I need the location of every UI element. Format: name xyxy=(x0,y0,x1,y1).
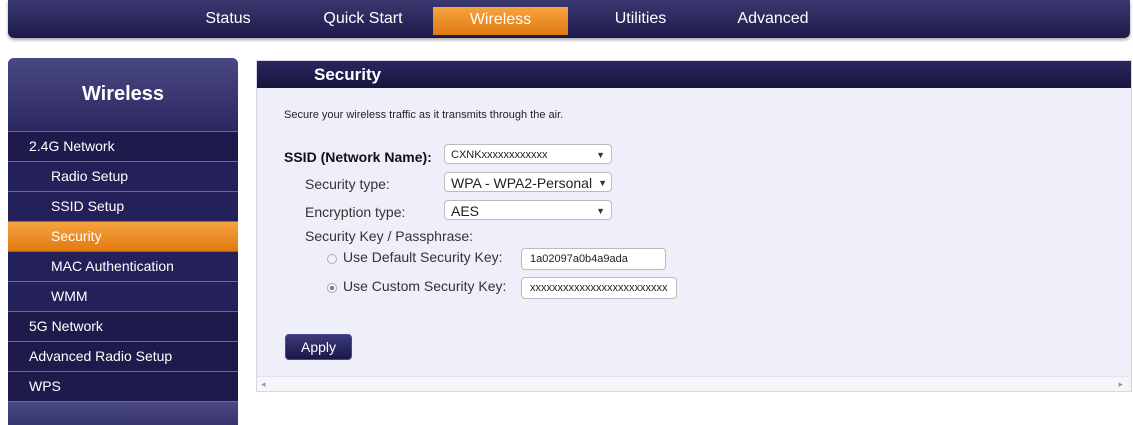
sidebar-item-2-4g-network[interactable]: 2.4G Network xyxy=(8,131,238,161)
security-panel: Security Secure your wireless traffic as… xyxy=(256,60,1132,392)
apply-button[interactable]: Apply xyxy=(285,334,352,360)
encryption-type-value: AES xyxy=(451,203,480,219)
page-title: Security xyxy=(257,61,1131,88)
tab-quick-start[interactable]: Quick Start xyxy=(308,6,418,36)
sidebar-item-wps[interactable]: WPS xyxy=(8,371,238,401)
scroll-left-icon[interactable]: ◂ xyxy=(261,377,266,391)
sidebar-item-security[interactable]: Security xyxy=(8,221,238,251)
custom-key-label: Use Custom Security Key: xyxy=(343,278,507,294)
chevron-down-icon: ▼ xyxy=(596,206,605,216)
security-type-value: WPA - WPA2-Personal xyxy=(451,175,593,191)
tab-wireless[interactable]: Wireless xyxy=(433,7,568,35)
ssid-select[interactable]: CXNKxxxxxxxxxxxx ▼ xyxy=(444,144,612,164)
security-type-label: Security type: xyxy=(305,176,390,192)
default-key-radio[interactable] xyxy=(327,254,337,264)
tab-advanced[interactable]: Advanced xyxy=(723,6,823,36)
encryption-type-select[interactable]: AES ▼ xyxy=(444,200,612,220)
ssid-label: SSID (Network Name): xyxy=(284,149,432,165)
passphrase-label: Security Key / Passphrase: xyxy=(305,228,474,244)
horizontal-scrollbar[interactable]: ◂ ▸ xyxy=(257,376,1129,391)
sidebar-footer xyxy=(8,401,238,425)
sidebar-item-5g-network[interactable]: 5G Network xyxy=(8,311,238,341)
chevron-down-icon: ▼ xyxy=(598,178,607,188)
security-type-select[interactable]: WPA - WPA2-Personal ▼ xyxy=(444,172,612,192)
chevron-down-icon: ▼ xyxy=(596,150,605,160)
sidebar-item-ssid-setup[interactable]: SSID Setup xyxy=(8,191,238,221)
tab-status[interactable]: Status xyxy=(188,6,268,36)
tab-utilities[interactable]: Utilities xyxy=(593,6,688,36)
sidebar-item-mac-authentication[interactable]: MAC Authentication xyxy=(8,251,238,281)
sidebar: Wireless 2.4G Network Radio Setup SSID S… xyxy=(8,58,238,425)
custom-key-field[interactable]: xxxxxxxxxxxxxxxxxxxxxxxxx xyxy=(521,277,677,299)
default-key-field[interactable]: 1a02097a0b4a9ada xyxy=(521,248,666,270)
page-description: Secure your wireless traffic as it trans… xyxy=(284,109,564,121)
encryption-type-label: Encryption type: xyxy=(305,204,406,220)
sidebar-item-wmm[interactable]: WMM xyxy=(8,281,238,311)
top-navigation-bar: Status Quick Start Wireless Utilities Ad… xyxy=(8,0,1130,38)
default-key-label: Use Default Security Key: xyxy=(343,249,503,265)
sidebar-item-advanced-radio-setup[interactable]: Advanced Radio Setup xyxy=(8,341,238,371)
sidebar-item-radio-setup[interactable]: Radio Setup xyxy=(8,161,238,191)
custom-key-radio[interactable] xyxy=(327,283,337,293)
scroll-right-icon[interactable]: ▸ xyxy=(1118,377,1123,391)
ssid-select-value: CXNKxxxxxxxxxxxx xyxy=(451,149,548,161)
sidebar-title: Wireless xyxy=(8,58,238,131)
